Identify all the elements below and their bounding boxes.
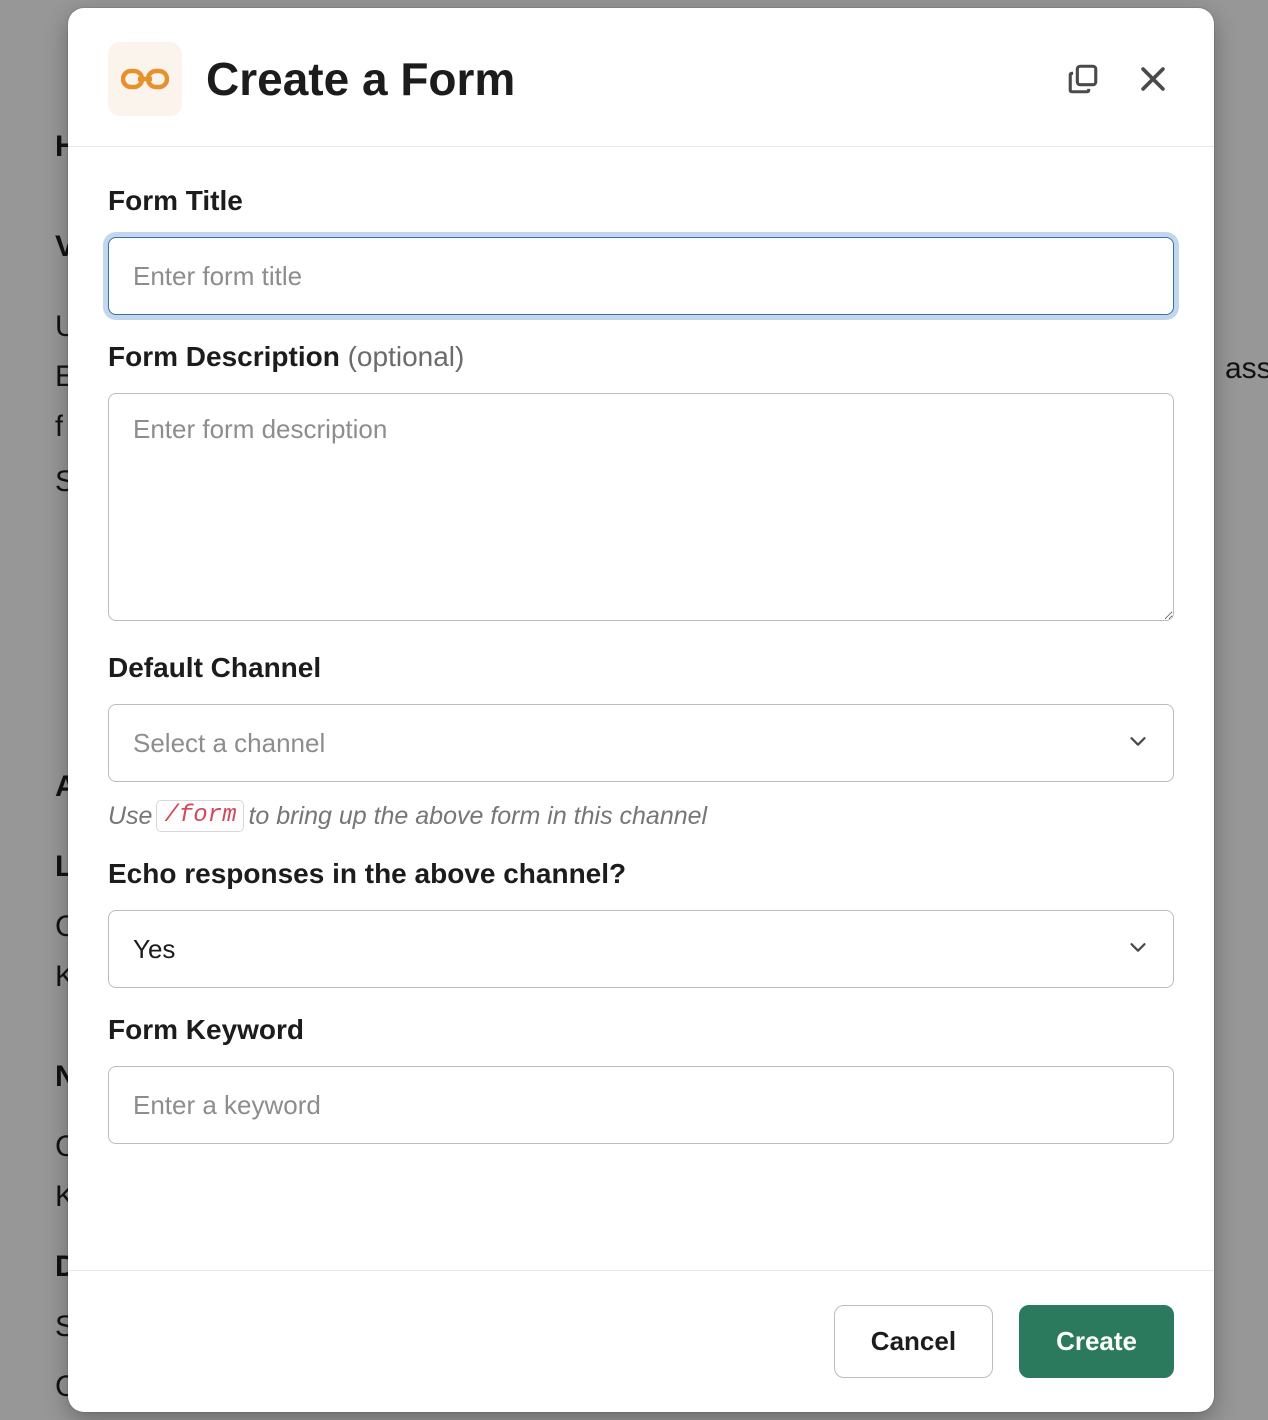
chevron-down-icon <box>1127 934 1149 965</box>
form-keyword-input[interactable] <box>108 1066 1174 1144</box>
create-button[interactable]: Create <box>1019 1305 1174 1378</box>
form-description-input[interactable] <box>108 393 1174 621</box>
echo-responses-group: Echo responses in the above channel? Yes <box>108 858 1174 988</box>
echo-responses-select[interactable]: Yes <box>108 910 1174 988</box>
default-channel-label: Default Channel <box>108 652 1174 684</box>
slash-command-code: /form <box>156 800 244 832</box>
header-actions <box>1062 58 1174 100</box>
close-button[interactable] <box>1132 58 1174 100</box>
chevron-down-icon <box>1127 728 1149 759</box>
popout-icon <box>1066 62 1100 96</box>
channel-hint: Use /form to bring up the above form in … <box>108 800 1174 832</box>
link-icon <box>121 65 169 93</box>
default-channel-value: Select a channel <box>133 728 325 759</box>
modal-header: Create a Form <box>68 8 1214 147</box>
form-description-group: Form Description (optional) <box>108 341 1174 626</box>
modal-footer: Cancel Create <box>68 1270 1214 1412</box>
form-keyword-group: Form Keyword <box>108 1014 1174 1144</box>
popout-button[interactable] <box>1062 58 1104 100</box>
form-keyword-label: Form Keyword <box>108 1014 1174 1046</box>
form-title-group: Form Title <box>108 185 1174 315</box>
default-channel-group: Default Channel Select a channel Use /fo… <box>108 652 1174 832</box>
form-description-label: Form Description (optional) <box>108 341 1174 373</box>
modal-title: Create a Form <box>206 52 1038 106</box>
form-title-input[interactable] <box>108 237 1174 315</box>
close-icon <box>1136 62 1170 96</box>
create-form-modal: Create a Form Form Title Form <box>68 8 1214 1412</box>
default-channel-select[interactable]: Select a channel <box>108 704 1174 782</box>
cancel-button[interactable]: Cancel <box>834 1305 993 1378</box>
modal-body: Form Title Form Description (optional) D… <box>68 147 1214 1270</box>
app-icon <box>108 42 182 116</box>
echo-responses-label: Echo responses in the above channel? <box>108 858 1174 890</box>
echo-responses-value: Yes <box>133 934 175 965</box>
form-title-label: Form Title <box>108 185 1174 217</box>
